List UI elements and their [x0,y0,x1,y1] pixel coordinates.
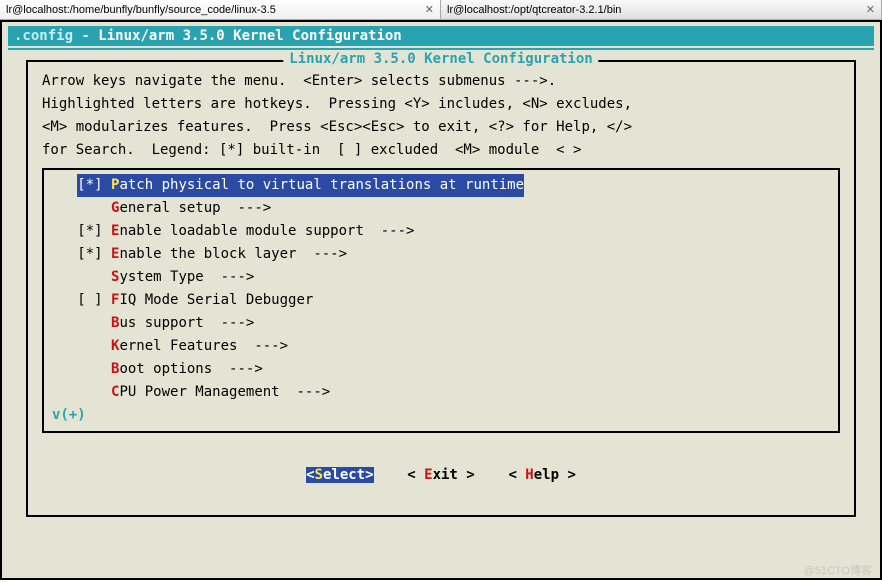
tab-1[interactable]: lr@localhost:/opt/qtcreator-3.2.1/bin ✕ [441,0,882,19]
scroll-indicator: v(+) [52,404,830,427]
menu-item-0[interactable]: [*] Patch physical to virtual translatio… [52,174,830,197]
menu-prefix: [*] [77,246,111,262]
help-text: Arrow keys navigate the menu. <Enter> se… [42,70,840,162]
menu-label: oot options ---> [119,361,262,377]
menu-item-9[interactable]: CPU Power Management ---> [52,381,830,404]
menu-prefix [77,384,111,400]
tab-0[interactable]: lr@localhost:/home/bunfly/bunfly/source_… [0,0,441,19]
box-shadow-bottom [34,556,880,572]
menu-item-5[interactable]: [ ] FIQ Mode Serial Debugger [52,289,830,312]
box-shadow-right [856,76,880,576]
menu-item-7[interactable]: Kernel Features ---> [52,335,830,358]
menu-label: nable the block layer ---> [119,246,347,262]
menu-label: ernel Features ---> [119,338,288,354]
button-row: <Select> < Exit > < Help > [42,451,840,499]
menu-prefix: [ ] [77,292,111,308]
window-title: .config - Linux/arm 3.5.0 Kernel Configu… [8,26,874,46]
close-icon[interactable]: ✕ [425,3,434,16]
menuconfig-box: Linux/arm 3.5.0 Kernel Configuration Arr… [26,60,856,517]
menu-label: IQ Mode Serial Debugger [119,292,313,308]
menu-item-4[interactable]: System Type ---> [52,266,830,289]
menu-prefix: [*] [77,177,111,193]
menu-item-2[interactable]: [*] Enable loadable module support ---> [52,220,830,243]
menu-item-1[interactable]: General setup ---> [52,197,830,220]
close-icon[interactable]: ✕ [866,3,875,16]
menu-prefix: [*] [77,223,111,239]
terminal: .config - Linux/arm 3.5.0 Kernel Configu… [2,22,880,578]
title-prefix: .config - [14,28,98,44]
box-title: Linux/arm 3.5.0 Kernel Configuration [283,51,598,67]
tab-label: lr@localhost:/opt/qtcreator-3.2.1/bin [447,4,621,16]
menu-label: eneral setup ---> [119,200,271,216]
select-button[interactable]: <Select> [306,467,373,483]
title-main: Linux/arm 3.5.0 Kernel Configuration [98,28,401,44]
watermark: @51CTO博客 [804,562,872,578]
menu-prefix [77,269,111,285]
tab-bar: lr@localhost:/home/bunfly/bunfly/source_… [0,0,882,20]
menu-label: us support ---> [119,315,254,331]
menu-item-6[interactable]: Bus support ---> [52,312,830,335]
menu-panel: [*] Patch physical to virtual translatio… [42,168,840,433]
menu-prefix [77,315,111,331]
menu-prefix [77,338,111,354]
menu-item-3[interactable]: [*] Enable the block layer ---> [52,243,830,266]
help-button[interactable]: < Help > [508,467,575,483]
menu-label: ystem Type ---> [119,269,254,285]
menu-label: nable loadable module support ---> [119,223,414,239]
menu-label: PU Power Management ---> [119,384,330,400]
exit-button[interactable]: < Exit > [407,467,474,483]
menu-prefix [77,361,111,377]
menu-label: atch physical to virtual translations at… [119,177,524,193]
menu-prefix [77,200,111,216]
terminal-frame: .config - Linux/arm 3.5.0 Kernel Configu… [0,20,882,580]
tab-label: lr@localhost:/home/bunfly/bunfly/source_… [6,4,276,16]
title-separator [8,48,874,50]
menu-item-8[interactable]: Boot options ---> [52,358,830,381]
